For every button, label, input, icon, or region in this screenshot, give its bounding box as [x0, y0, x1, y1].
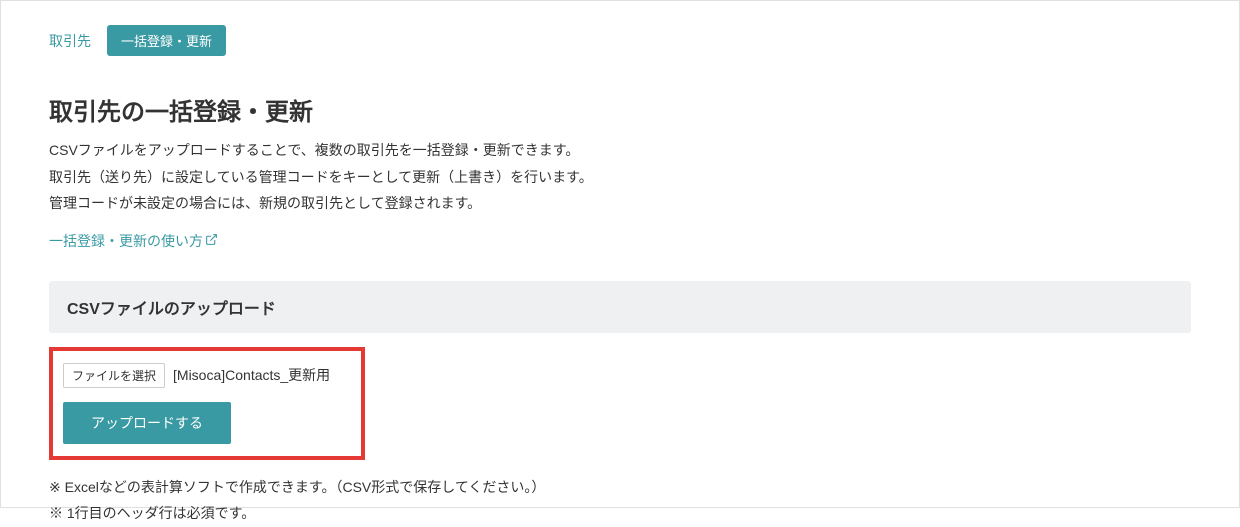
desc-line-1: CSVファイルをアップロードすることで、複数の取引先を一括登録・更新できます。 [49, 137, 1191, 164]
upload-notes: ※ Excelなどの表計算ソフトで作成できます。（CSV形式で保存してください。… [49, 474, 1191, 527]
desc-line-3: 管理コードが未設定の場合には、新規の取引先として登録されます。 [49, 190, 1191, 217]
breadcrumb: 取引先 一括登録・更新 [49, 25, 1191, 56]
external-link-icon [205, 233, 218, 249]
upload-button[interactable]: アップロードする [63, 402, 231, 444]
page-container: 取引先 一括登録・更新 取引先の一括登録・更新 CSVファイルをアップロードする… [0, 0, 1240, 508]
file-select-button[interactable]: ファイルを選択 [63, 363, 165, 388]
note-line-1: ※ Excelなどの表計算ソフトで作成できます。（CSV形式で保存してください。… [49, 474, 1191, 501]
breadcrumb-current: 一括登録・更新 [107, 25, 226, 56]
upload-section-header: CSVファイルのアップロード [49, 281, 1191, 333]
page-description: CSVファイルをアップロードすることで、複数の取引先を一括登録・更新できます。 … [49, 137, 1191, 217]
desc-line-2: 取引先（送り先）に設定している管理コードをキーとして更新（上書き）を行います。 [49, 164, 1191, 191]
selected-filename: [Misoca]Contacts_更新用 [173, 365, 330, 385]
file-input-row: ファイルを選択 [Misoca]Contacts_更新用 [63, 363, 351, 388]
note-line-2: ※ 1行目のヘッダ行は必須です。 [49, 500, 1191, 527]
page-title: 取引先の一括登録・更新 [49, 92, 1191, 127]
help-link[interactable]: 一括登録・更新の使い方 [49, 231, 218, 251]
upload-highlight-box: ファイルを選択 [Misoca]Contacts_更新用 アップロードする [49, 347, 365, 460]
help-link-label: 一括登録・更新の使い方 [49, 231, 203, 251]
breadcrumb-parent-link[interactable]: 取引先 [49, 31, 91, 51]
